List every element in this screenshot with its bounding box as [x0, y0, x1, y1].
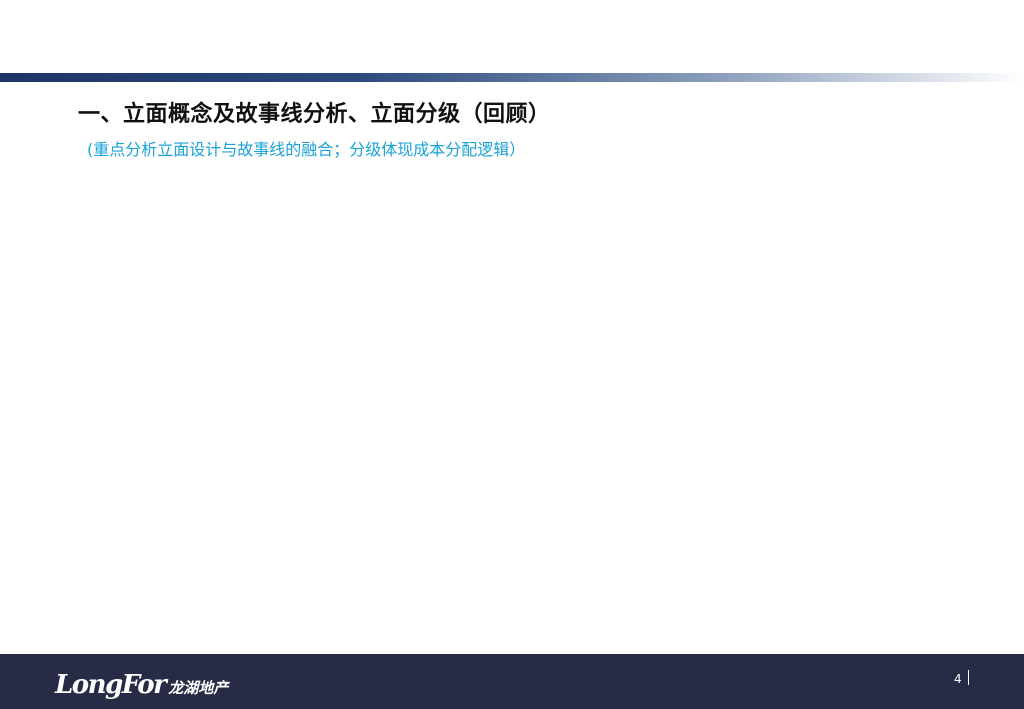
page-number-divider	[968, 670, 969, 685]
slide-title: 一、立面概念及故事线分析、立面分级（回顾）	[78, 102, 551, 127]
slide-subtitle: (重点分析立面设计与故事线的融合；分级体现成本分配逻辑）	[87, 140, 526, 159]
footer-bar: LongFor 龙湖地产 4	[0, 654, 1024, 709]
header-gradient-bar	[0, 73, 1024, 82]
logo-wordmark: LongFor	[55, 670, 167, 700]
logo-chinese-name: 龙湖地产	[168, 679, 229, 697]
longfor-logo: LongFor 龙湖地产	[55, 662, 228, 700]
page-number: 4	[954, 672, 962, 686]
